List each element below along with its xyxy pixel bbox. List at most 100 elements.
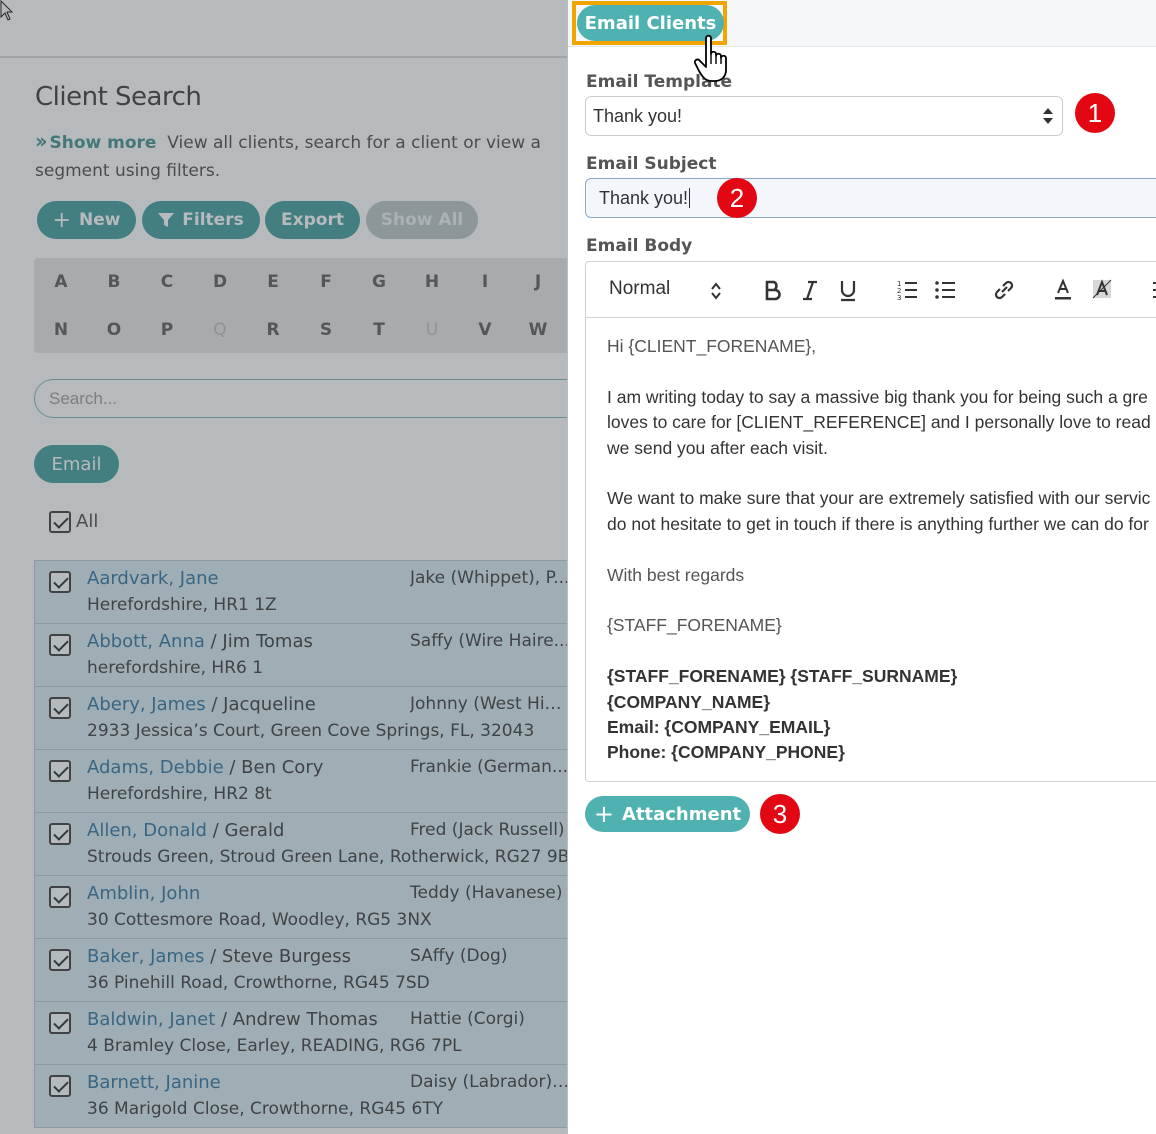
client-name-link[interactable]: Allen, Donald (87, 820, 207, 841)
client-name-link[interactable]: Baldwin, Janet (87, 1009, 215, 1030)
table-row[interactable]: Baker, James / Steve Burgess SAffy (Dog)… (34, 939, 567, 1002)
client-address: Strouds Green, Stroud Green Lane, Rother… (87, 847, 567, 867)
font-color-icon[interactable] (1053, 278, 1073, 302)
client-list: Aardvark, Jane Jake (Whippet), P... Here… (34, 560, 567, 1128)
row-checkbox[interactable] (49, 949, 71, 971)
mouse-arrow-icon (0, 0, 14, 21)
client-name-link[interactable]: Barnett, Janine (87, 1072, 221, 1093)
step-badge-3: 3 (760, 794, 800, 834)
table-row[interactable]: Barnett, Janine Daisy (Labrador),... 36 … (34, 1065, 567, 1128)
filters-button[interactable]: Filters (142, 201, 260, 239)
letter-p[interactable]: P (152, 320, 182, 340)
signature-email: Email: {COMPANY_EMAIL} (607, 717, 831, 738)
client-pets: Fred (Jack Russell) (410, 820, 565, 840)
client-partner: / Jacqueline (205, 694, 316, 715)
table-row[interactable]: Allen, Donald / Gerald Fred (Jack Russel… (34, 813, 567, 876)
client-partner: / Steve Burgess (204, 946, 352, 967)
body-paragraph-1-line-2: loves to care for [CLIENT_REFERENCE] and… (607, 412, 1151, 433)
letter-f[interactable]: F (311, 272, 341, 292)
select-all-label: All (76, 511, 99, 532)
letter-n[interactable]: N (46, 320, 76, 340)
letter-q: Q (213, 320, 227, 340)
table-row[interactable]: Adams, Debbie / Ben Cory Frankie (German… (34, 750, 567, 813)
email-subject-label: Email Subject (586, 154, 717, 174)
table-row[interactable]: Baldwin, Janet / Andrew Thomas Hattie (C… (34, 1002, 567, 1065)
select-all-checkbox[interactable] (49, 511, 71, 533)
bullet-list-icon[interactable] (934, 278, 956, 302)
underline-icon[interactable] (838, 278, 858, 302)
email-body-editor[interactable]: Normal 123 Hi {CLIENT_FORENAME}, I am wr… (585, 261, 1156, 782)
format-select[interactable]: Normal (609, 278, 670, 300)
show-all-button[interactable]: Show All (366, 201, 478, 239)
search-input[interactable]: Search... (34, 379, 567, 418)
client-pets: Frankie (German... (410, 757, 567, 777)
format-select-arrows-icon (711, 282, 721, 300)
letter-h[interactable]: H (417, 272, 447, 292)
step-badge-2: 2 (717, 178, 757, 218)
double-chevron-icon: ›› (35, 129, 48, 153)
link-icon[interactable] (993, 278, 1015, 302)
table-row[interactable]: Amblin, John Teddy (Havanese) 30 Cottesm… (34, 876, 567, 939)
table-row[interactable]: Aardvark, Jane Jake (Whippet), P... Here… (34, 561, 567, 624)
ordered-list-icon[interactable]: 123 (896, 278, 918, 302)
email-body-content[interactable]: Hi {CLIENT_FORENAME}, I am writing today… (607, 334, 1156, 766)
italic-icon[interactable] (801, 278, 819, 302)
client-partner: / Andrew Thomas (215, 1009, 378, 1030)
letter-j[interactable]: J (523, 272, 553, 292)
client-name-link[interactable]: Aardvark, Jane (87, 568, 219, 589)
letter-b[interactable]: B (99, 272, 129, 292)
client-pets: Saffy (Wire Haire... (410, 631, 567, 651)
letter-i[interactable]: I (470, 272, 500, 292)
email-button[interactable]: Email (34, 445, 119, 483)
page-title: Client Search (35, 82, 202, 112)
text-caret (689, 188, 691, 208)
highlight-color-icon[interactable] (1091, 278, 1113, 302)
row-checkbox[interactable] (49, 634, 71, 656)
row-checkbox[interactable] (49, 571, 71, 593)
more-options-icon[interactable] (1151, 278, 1156, 302)
client-name-link[interactable]: Baker, James (87, 946, 204, 967)
show-more-link[interactable]: Show more (49, 133, 156, 153)
client-name-link[interactable]: Adams, Debbie (87, 757, 224, 778)
plus-icon: + (593, 800, 614, 828)
row-checkbox[interactable] (49, 697, 71, 719)
letter-t[interactable]: T (364, 320, 394, 340)
signature-name: {STAFF_FORENAME} {STAFF_SURNAME} (607, 666, 958, 687)
export-button[interactable]: Export (265, 201, 360, 239)
client-pets: Teddy (Havanese) (410, 883, 563, 903)
table-row[interactable]: Abbott, Anna / Jim Tomas Saffy (Wire Hai… (34, 624, 567, 687)
email-template-select[interactable]: Thank you! (585, 96, 1063, 136)
row-checkbox[interactable] (49, 1012, 71, 1034)
new-button[interactable]: + New (37, 201, 136, 239)
letter-d[interactable]: D (205, 272, 235, 292)
email-subject-input[interactable]: Thank you! (585, 178, 1156, 218)
row-checkbox[interactable] (49, 823, 71, 845)
row-checkbox[interactable] (49, 886, 71, 908)
letter-w[interactable]: W (523, 320, 553, 340)
letter-v[interactable]: V (470, 320, 500, 340)
row-checkbox[interactable] (49, 1075, 71, 1097)
letter-a[interactable]: A (46, 272, 76, 292)
body-paragraph-2-line-2: do not hesitate to get in touch if there… (607, 513, 1149, 534)
table-row[interactable]: Abery, James / Jacqueline Johnny (West H… (34, 687, 567, 750)
bold-icon[interactable] (763, 278, 783, 302)
client-name-link[interactable]: Abery, James (87, 694, 206, 715)
client-name-link[interactable]: Amblin, John (87, 883, 200, 904)
row-checkbox[interactable] (49, 760, 71, 782)
hand-pointer-icon (694, 34, 727, 82)
letter-s[interactable]: S (311, 320, 341, 340)
funnel-icon (158, 213, 175, 227)
letter-g[interactable]: G (364, 272, 394, 292)
client-address: herefordshire, HR6 1 (87, 658, 264, 678)
step-badge-1: 1 (1075, 93, 1115, 133)
add-attachment-button[interactable]: + Attachment (585, 796, 750, 832)
letter-o[interactable]: O (99, 320, 129, 340)
client-partner: / Gerald (206, 820, 285, 841)
body-regards: With best regards (607, 564, 745, 585)
letter-c[interactable]: C (152, 272, 182, 292)
letter-r[interactable]: R (258, 320, 288, 340)
client-address: 36 Marigold Close, Crowthorne, RG45 6TY (87, 1099, 444, 1119)
client-address: 4 Bramley Close, Earley, READING, RG6 7P… (87, 1036, 462, 1056)
letter-e[interactable]: E (258, 272, 288, 292)
client-name-link[interactable]: Abbott, Anna (87, 631, 205, 652)
